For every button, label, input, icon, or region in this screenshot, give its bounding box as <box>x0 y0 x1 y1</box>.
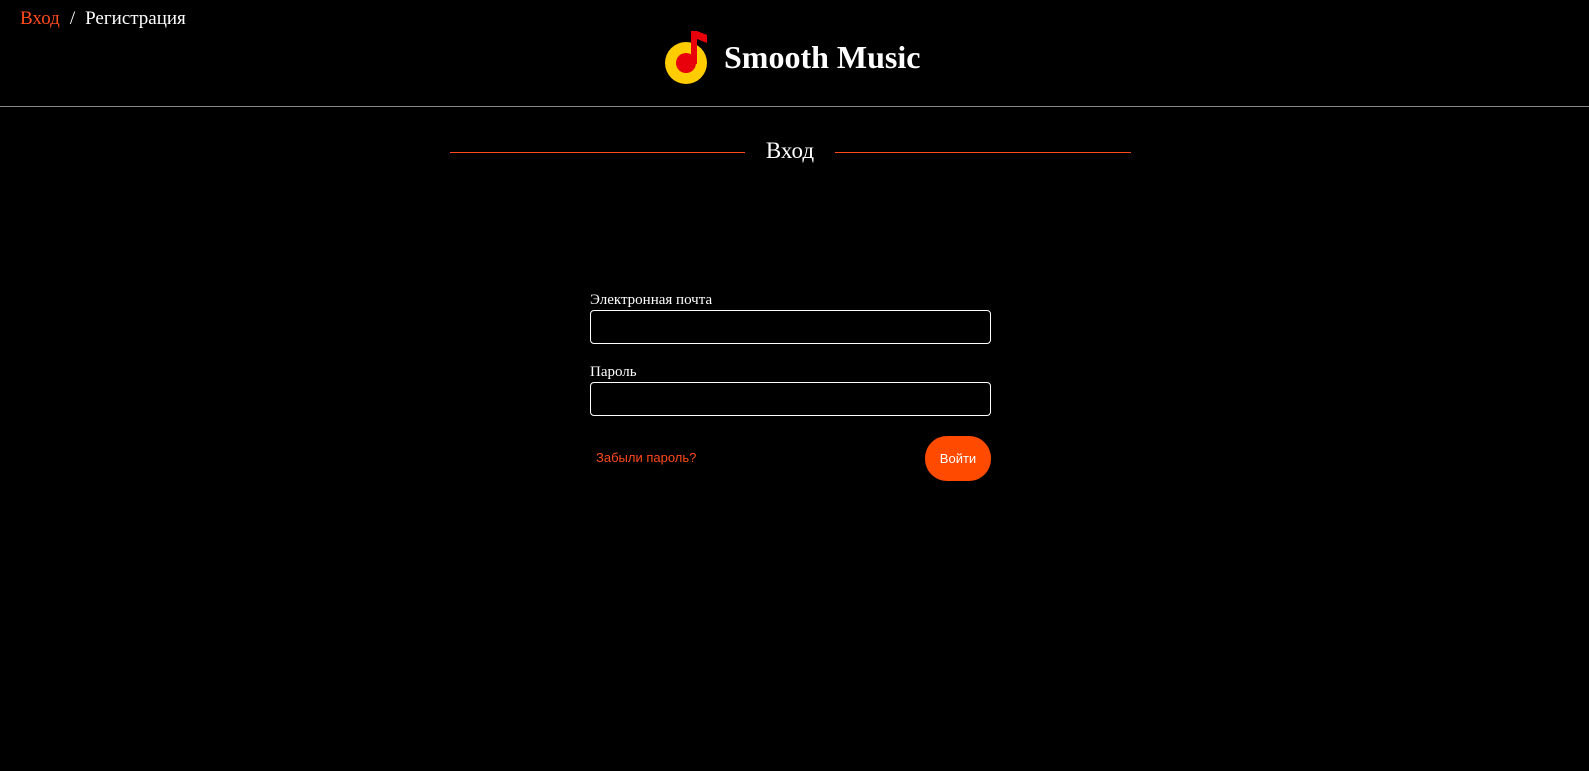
brand[interactable]: Smooth Music <box>664 27 920 87</box>
music-note-icon <box>665 31 707 84</box>
header-divider <box>0 106 1589 107</box>
page-title: Вход <box>765 138 815 163</box>
login-page: Вход / Регистрация Smooth Music Вход Элект… <box>0 0 1589 771</box>
email-label: Электронная почта <box>590 292 713 308</box>
email-field[interactable] <box>590 310 991 344</box>
login-button[interactable]: Войти <box>925 436 991 481</box>
password-field[interactable] <box>590 382 991 416</box>
login-form: Электронная почта Пароль Забыли пароль? … <box>590 291 991 481</box>
nav-login-link[interactable]: Вход <box>20 8 60 29</box>
title-line-right <box>835 152 1131 153</box>
password-field-group: Пароль <box>590 363 991 416</box>
nav-register-link[interactable]: Регистрация <box>85 8 186 29</box>
section-title-row: Вход <box>450 136 1131 168</box>
auth-nav: Вход / Регистрация <box>20 8 186 30</box>
form-actions: Забыли пароль? Войти <box>590 436 991 481</box>
title-line-left <box>450 152 745 153</box>
email-field-group: Электронная почта <box>590 291 991 344</box>
password-label: Пароль <box>590 364 637 380</box>
brand-name: Smooth Music <box>724 39 921 75</box>
forgot-password-link[interactable]: Забыли пароль? <box>596 450 696 465</box>
nav-separator: / <box>69 8 76 29</box>
